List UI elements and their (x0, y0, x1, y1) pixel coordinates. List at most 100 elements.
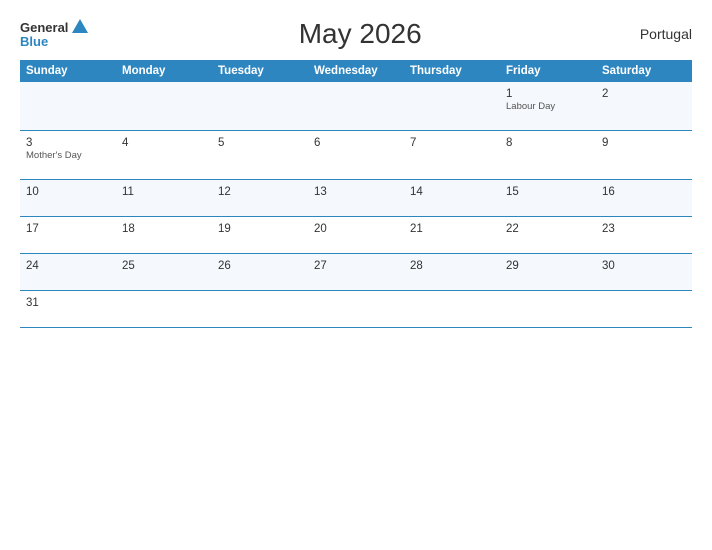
weekday-header: Wednesday (308, 60, 404, 82)
calendar-cell: 9 (596, 131, 692, 180)
weekday-header: Monday (116, 60, 212, 82)
day-number: 4 (122, 137, 206, 149)
weekday-header: Sunday (20, 60, 116, 82)
calendar-cell (116, 291, 212, 328)
logo: General Blue (20, 19, 88, 49)
logo-row1: General (20, 19, 88, 35)
logo-text: General Blue (20, 19, 88, 49)
day-number: 15 (506, 186, 590, 198)
day-number: 23 (602, 223, 686, 235)
calendar-cell: 5 (212, 131, 308, 180)
calendar-cell: 3Mother's Day (20, 131, 116, 180)
calendar-cell: 18 (116, 217, 212, 254)
calendar-cell (20, 82, 116, 131)
calendar-week-row: 3Mother's Day 456789 (20, 131, 692, 180)
day-number: 27 (314, 260, 398, 272)
day-number: 13 (314, 186, 398, 198)
weekday-header-row: SundayMondayTuesdayWednesdayThursdayFrid… (20, 60, 692, 82)
holiday-label: Labour Day (506, 101, 590, 112)
day-number: 10 (26, 186, 110, 198)
calendar-cell: 1Labour Day (500, 82, 596, 131)
day-number: 26 (218, 260, 302, 272)
day-number: 7 (410, 137, 494, 149)
calendar-cell: 13 (308, 180, 404, 217)
calendar-cell: 20 (308, 217, 404, 254)
calendar-cell (212, 291, 308, 328)
holiday-label: Mother's Day (26, 150, 110, 161)
calendar-week-row: 10 11 12 13 14 15 16 (20, 180, 692, 217)
calendar-cell: 26 (212, 254, 308, 291)
header: General Blue May 2026 Portugal (20, 18, 692, 50)
weekday-header: Friday (500, 60, 596, 82)
calendar-cell: 16 (596, 180, 692, 217)
day-number: 5 (218, 137, 302, 149)
day-number: 22 (506, 223, 590, 235)
day-number: 3 (26, 137, 110, 149)
calendar-cell: 29 (500, 254, 596, 291)
calendar-cell (404, 82, 500, 131)
day-number: 29 (506, 260, 590, 272)
calendar-cell: 8 (500, 131, 596, 180)
logo-triangle-icon (72, 19, 88, 33)
calendar-week-row: 17 18 19 20 21 22 23 (20, 217, 692, 254)
logo-blue-text: Blue (20, 35, 48, 49)
country-label: Portugal (632, 26, 692, 42)
calendar-cell: 4 (116, 131, 212, 180)
calendar-cell: 7 (404, 131, 500, 180)
calendar-cell (212, 82, 308, 131)
calendar-table: SundayMondayTuesdayWednesdayThursdayFrid… (20, 60, 692, 328)
calendar-week-row: 24 25 26 27 28 29 30 (20, 254, 692, 291)
day-number: 6 (314, 137, 398, 149)
day-number: 11 (122, 186, 206, 198)
day-number: 9 (602, 137, 686, 149)
calendar-cell: 23 (596, 217, 692, 254)
day-number: 21 (410, 223, 494, 235)
weekday-header: Saturday (596, 60, 692, 82)
calendar-cell: 25 (116, 254, 212, 291)
calendar-cell: 19 (212, 217, 308, 254)
calendar-cell: 28 (404, 254, 500, 291)
day-number: 12 (218, 186, 302, 198)
calendar-cell (404, 291, 500, 328)
logo-general-text: General (20, 21, 68, 35)
day-number: 25 (122, 260, 206, 272)
day-number: 31 (26, 297, 110, 309)
day-number: 14 (410, 186, 494, 198)
calendar-cell: 6 (308, 131, 404, 180)
day-number: 18 (122, 223, 206, 235)
calendar-week-row: 1Labour Day 2 (20, 82, 692, 131)
calendar-cell: 30 (596, 254, 692, 291)
calendar-cell: 27 (308, 254, 404, 291)
calendar-cell: 10 (20, 180, 116, 217)
weekday-header: Tuesday (212, 60, 308, 82)
calendar-week-row: 31 (20, 291, 692, 328)
calendar-cell: 15 (500, 180, 596, 217)
day-number: 20 (314, 223, 398, 235)
calendar-cell (308, 291, 404, 328)
calendar-cell: 21 (404, 217, 500, 254)
day-number: 8 (506, 137, 590, 149)
calendar-cell: 22 (500, 217, 596, 254)
calendar-cell (596, 291, 692, 328)
calendar-page: General Blue May 2026 Portugal SundayMon… (0, 0, 712, 550)
calendar-cell: 14 (404, 180, 500, 217)
day-number: 30 (602, 260, 686, 272)
day-number: 28 (410, 260, 494, 272)
calendar-cell: 2 (596, 82, 692, 131)
day-number: 2 (602, 88, 686, 100)
calendar-cell (500, 291, 596, 328)
calendar-cell: 11 (116, 180, 212, 217)
day-number: 24 (26, 260, 110, 272)
day-number: 1 (506, 88, 590, 100)
calendar-cell: 24 (20, 254, 116, 291)
calendar-cell: 12 (212, 180, 308, 217)
day-number: 16 (602, 186, 686, 198)
calendar-cell: 31 (20, 291, 116, 328)
calendar-cell (308, 82, 404, 131)
month-title: May 2026 (88, 18, 632, 50)
weekday-header: Thursday (404, 60, 500, 82)
calendar-cell: 17 (20, 217, 116, 254)
calendar-cell (116, 82, 212, 131)
day-number: 17 (26, 223, 110, 235)
day-number: 19 (218, 223, 302, 235)
